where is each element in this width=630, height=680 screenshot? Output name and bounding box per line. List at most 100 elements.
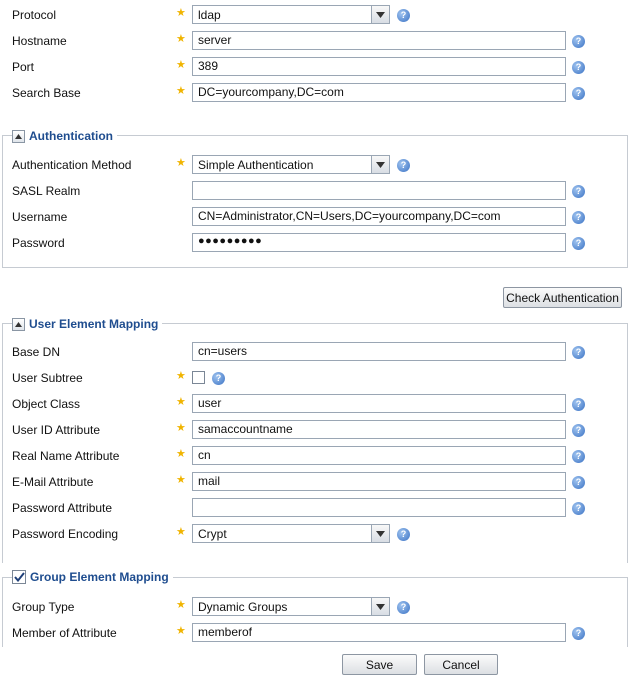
group-mapping-checkbox[interactable]	[12, 570, 26, 584]
protocol-label: Protocol	[12, 8, 57, 22]
collapse-arrow-icon[interactable]	[12, 129, 25, 143]
required-star-icon: ★	[176, 157, 186, 169]
required-star-icon: ★	[176, 59, 186, 71]
help-icon[interactable]: ?	[572, 61, 585, 74]
real-name-input[interactable]: cn	[192, 446, 566, 465]
help-icon[interactable]: ?	[397, 528, 410, 541]
search-base-row: Search Base ★ DC=yourcompany,DC=com ?	[0, 81, 630, 107]
help-icon[interactable]: ?	[572, 87, 585, 100]
password-row: Password ●●●●●●●●● ?	[0, 231, 630, 257]
help-icon[interactable]: ?	[397, 601, 410, 614]
member-of-row: Member of Attribute ★ memberof ?	[0, 621, 630, 647]
save-button[interactable]: Save	[342, 654, 417, 675]
sasl-realm-label: SASL Realm	[12, 184, 81, 198]
section-divider	[2, 267, 628, 268]
group-type-select[interactable]: Dynamic Groups	[192, 597, 390, 616]
password-encoding-select[interactable]: Crypt	[192, 524, 390, 543]
user-mapping-header: User Element Mapping	[12, 315, 163, 333]
help-icon[interactable]: ?	[572, 237, 585, 250]
authentication-title: Authentication	[29, 129, 113, 143]
required-star-icon: ★	[176, 33, 186, 45]
port-row: Port ★ 389 ?	[0, 55, 630, 81]
email-input[interactable]: mail	[192, 472, 566, 491]
cancel-button[interactable]: Cancel	[424, 654, 498, 675]
chevron-down-icon[interactable]	[371, 598, 389, 615]
help-icon[interactable]: ?	[397, 159, 410, 172]
object-class-row: Object Class ★ user ?	[0, 392, 630, 418]
group-type-value: Dynamic Groups	[198, 600, 288, 614]
help-icon[interactable]: ?	[212, 372, 225, 385]
password-input[interactable]: ●●●●●●●●●	[192, 233, 566, 252]
sasl-realm-input[interactable]	[192, 181, 566, 200]
port-input[interactable]: 389	[192, 57, 566, 76]
help-icon[interactable]: ?	[572, 502, 585, 515]
member-of-input[interactable]: memberof	[192, 623, 566, 642]
object-class-input[interactable]: user	[192, 394, 566, 413]
required-star-icon: ★	[176, 625, 186, 637]
auth-method-select[interactable]: Simple Authentication	[192, 155, 390, 174]
sasl-realm-row: SASL Realm ?	[0, 179, 630, 205]
base-dn-label: Base DN	[12, 345, 61, 359]
collapse-arrow-icon[interactable]	[12, 317, 25, 331]
protocol-value: ldap	[198, 8, 221, 22]
auth-method-value: Simple Authentication	[198, 158, 314, 172]
user-subtree-checkbox[interactable]	[192, 371, 205, 384]
required-star-icon: ★	[176, 599, 186, 611]
help-icon[interactable]: ?	[572, 185, 585, 198]
help-icon[interactable]: ?	[572, 35, 585, 48]
check-authentication-button[interactable]: Check Authentication	[503, 287, 622, 308]
real-name-label: Real Name Attribute	[12, 449, 120, 463]
help-icon[interactable]: ?	[397, 9, 410, 22]
group-mapping-header: Group Element Mapping	[12, 568, 173, 586]
hostname-row: Hostname ★ server ?	[0, 29, 630, 55]
base-dn-input[interactable]: cn=users	[192, 342, 566, 361]
required-star-icon: ★	[176, 396, 186, 408]
base-dn-row: Base DN cn=users ?	[0, 340, 630, 366]
password-attribute-label: Password Attribute	[12, 501, 113, 515]
help-icon[interactable]: ?	[572, 476, 585, 489]
user-id-row: User ID Attribute ★ samaccountname ?	[0, 418, 630, 444]
help-icon[interactable]: ?	[572, 424, 585, 437]
required-star-icon: ★	[176, 422, 186, 434]
required-star-icon: ★	[176, 7, 186, 19]
authentication-header: Authentication	[12, 127, 117, 145]
email-row: E-Mail Attribute ★ mail ?	[0, 470, 630, 496]
email-label: E-Mail Attribute	[12, 475, 94, 489]
group-mapping-title: Group Element Mapping	[30, 570, 169, 584]
protocol-select[interactable]: ldap	[192, 5, 390, 24]
help-icon[interactable]: ?	[572, 398, 585, 411]
user-subtree-label: User Subtree	[12, 371, 83, 385]
help-icon[interactable]: ?	[572, 346, 585, 359]
object-class-label: Object Class	[12, 397, 81, 411]
real-name-row: Real Name Attribute ★ cn ?	[0, 444, 630, 470]
password-label: Password	[12, 236, 65, 250]
port-label: Port	[12, 60, 35, 74]
user-subtree-row: User Subtree ★ ?	[0, 366, 630, 392]
password-encoding-value: Crypt	[198, 527, 227, 541]
password-encoding-label: Password Encoding	[12, 527, 119, 541]
chevron-down-icon[interactable]	[371, 525, 389, 542]
password-encoding-row: Password Encoding ★ Crypt ?	[0, 522, 630, 548]
required-star-icon: ★	[176, 370, 186, 382]
chevron-down-icon[interactable]	[371, 156, 389, 173]
user-mapping-title: User Element Mapping	[29, 317, 159, 331]
help-icon[interactable]: ?	[572, 211, 585, 224]
chevron-down-icon[interactable]	[371, 6, 389, 23]
required-star-icon: ★	[176, 474, 186, 486]
password-attribute-row: Password Attribute ?	[0, 496, 630, 522]
username-input[interactable]: CN=Administrator,CN=Users,DC=yourcompany…	[192, 207, 566, 226]
required-star-icon: ★	[176, 448, 186, 460]
search-base-input[interactable]: DC=yourcompany,DC=com	[192, 83, 566, 102]
auth-method-row: Authentication Method ★ Simple Authentic…	[0, 153, 630, 179]
user-id-input[interactable]: samaccountname	[192, 420, 566, 439]
protocol-row: Protocol ★ ldap ?	[0, 3, 630, 29]
hostname-input[interactable]: server	[192, 31, 566, 50]
search-base-label: Search Base	[12, 86, 81, 100]
hostname-label: Hostname	[12, 34, 67, 48]
help-icon[interactable]: ?	[572, 627, 585, 640]
help-icon[interactable]: ?	[572, 450, 585, 463]
auth-method-label: Authentication Method	[12, 158, 132, 172]
password-attribute-input[interactable]	[192, 498, 566, 517]
user-id-label: User ID Attribute	[12, 423, 101, 437]
group-type-row: Group Type ★ Dynamic Groups ?	[0, 595, 630, 621]
